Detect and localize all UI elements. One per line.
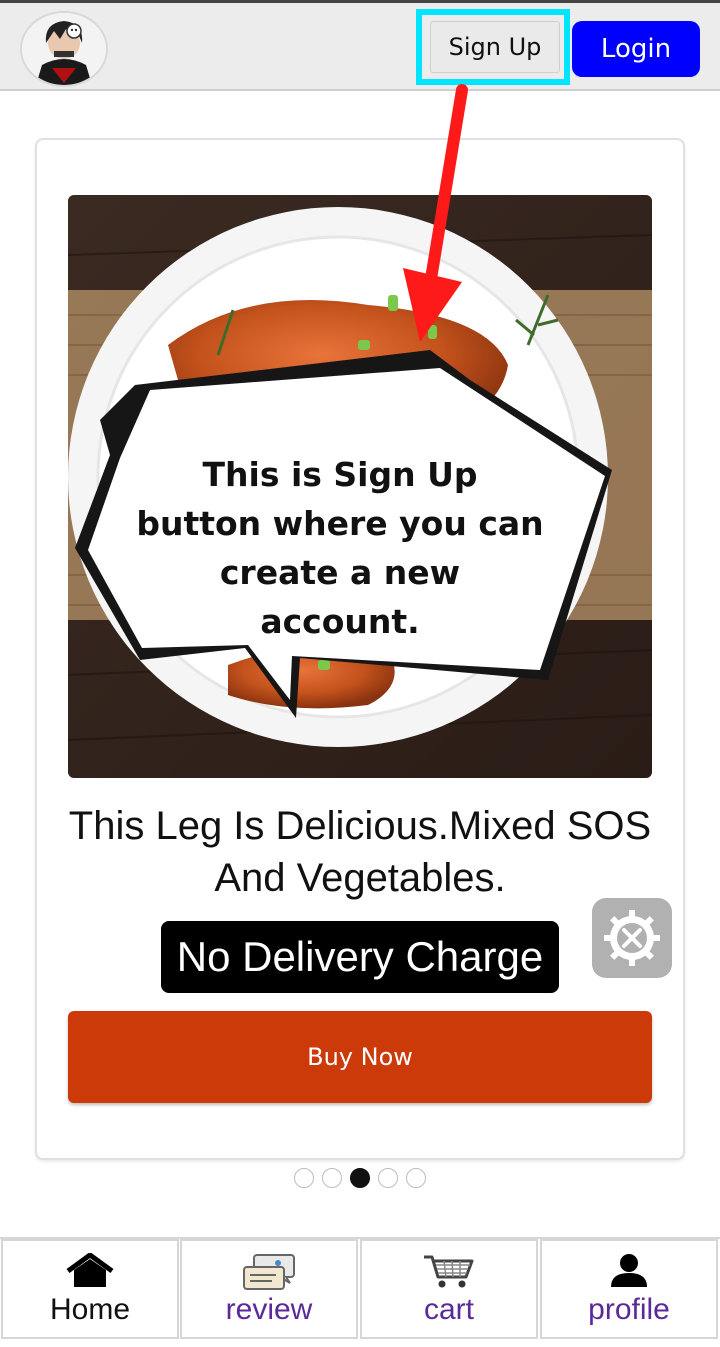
carousel-dot[interactable] <box>294 1168 314 1188</box>
carousel-dot[interactable] <box>322 1168 342 1188</box>
home-icon <box>66 1253 114 1287</box>
carousel-dot-active[interactable] <box>350 1168 370 1188</box>
nav-label-home: Home <box>49 1293 131 1326</box>
person-icon <box>611 1254 647 1287</box>
nav-label-profile: profile <box>588 1293 670 1326</box>
shopping-cart-icon <box>424 1255 474 1288</box>
nav-label-cart: cart <box>423 1293 474 1326</box>
settings-button[interactable] <box>592 898 672 978</box>
nav-item-home[interactable]: Home <box>1 1239 179 1339</box>
carousel-indicators <box>292 1168 432 1190</box>
bottom-navigation: Home review cart profile <box>0 1237 720 1347</box>
annotation-text: This is Sign Up button where you can cre… <box>136 455 544 641</box>
product-caption: This Leg Is Delicious.Mixed SOS And Vege… <box>68 804 652 900</box>
nav-item-review[interactable]: review <box>180 1239 358 1339</box>
delivery-badge: No Delivery Charge <box>161 921 559 993</box>
carousel-dot[interactable] <box>378 1168 398 1188</box>
settings-tools-icon <box>604 910 660 966</box>
nav-item-profile[interactable]: profile <box>540 1239 718 1339</box>
buy-now-button[interactable]: Buy Now <box>68 1011 652 1103</box>
nav-label-review: review <box>225 1293 313 1326</box>
user-avatar-icon[interactable] <box>20 11 108 87</box>
chat-bubbles-icon <box>243 1254 295 1290</box>
login-button[interactable]: Login <box>572 21 700 77</box>
app-header: Sign Up Login <box>0 3 720 91</box>
signup-button[interactable]: Sign Up <box>430 21 560 73</box>
nav-item-cart[interactable]: cart <box>360 1239 538 1339</box>
carousel-dot[interactable] <box>406 1168 426 1188</box>
